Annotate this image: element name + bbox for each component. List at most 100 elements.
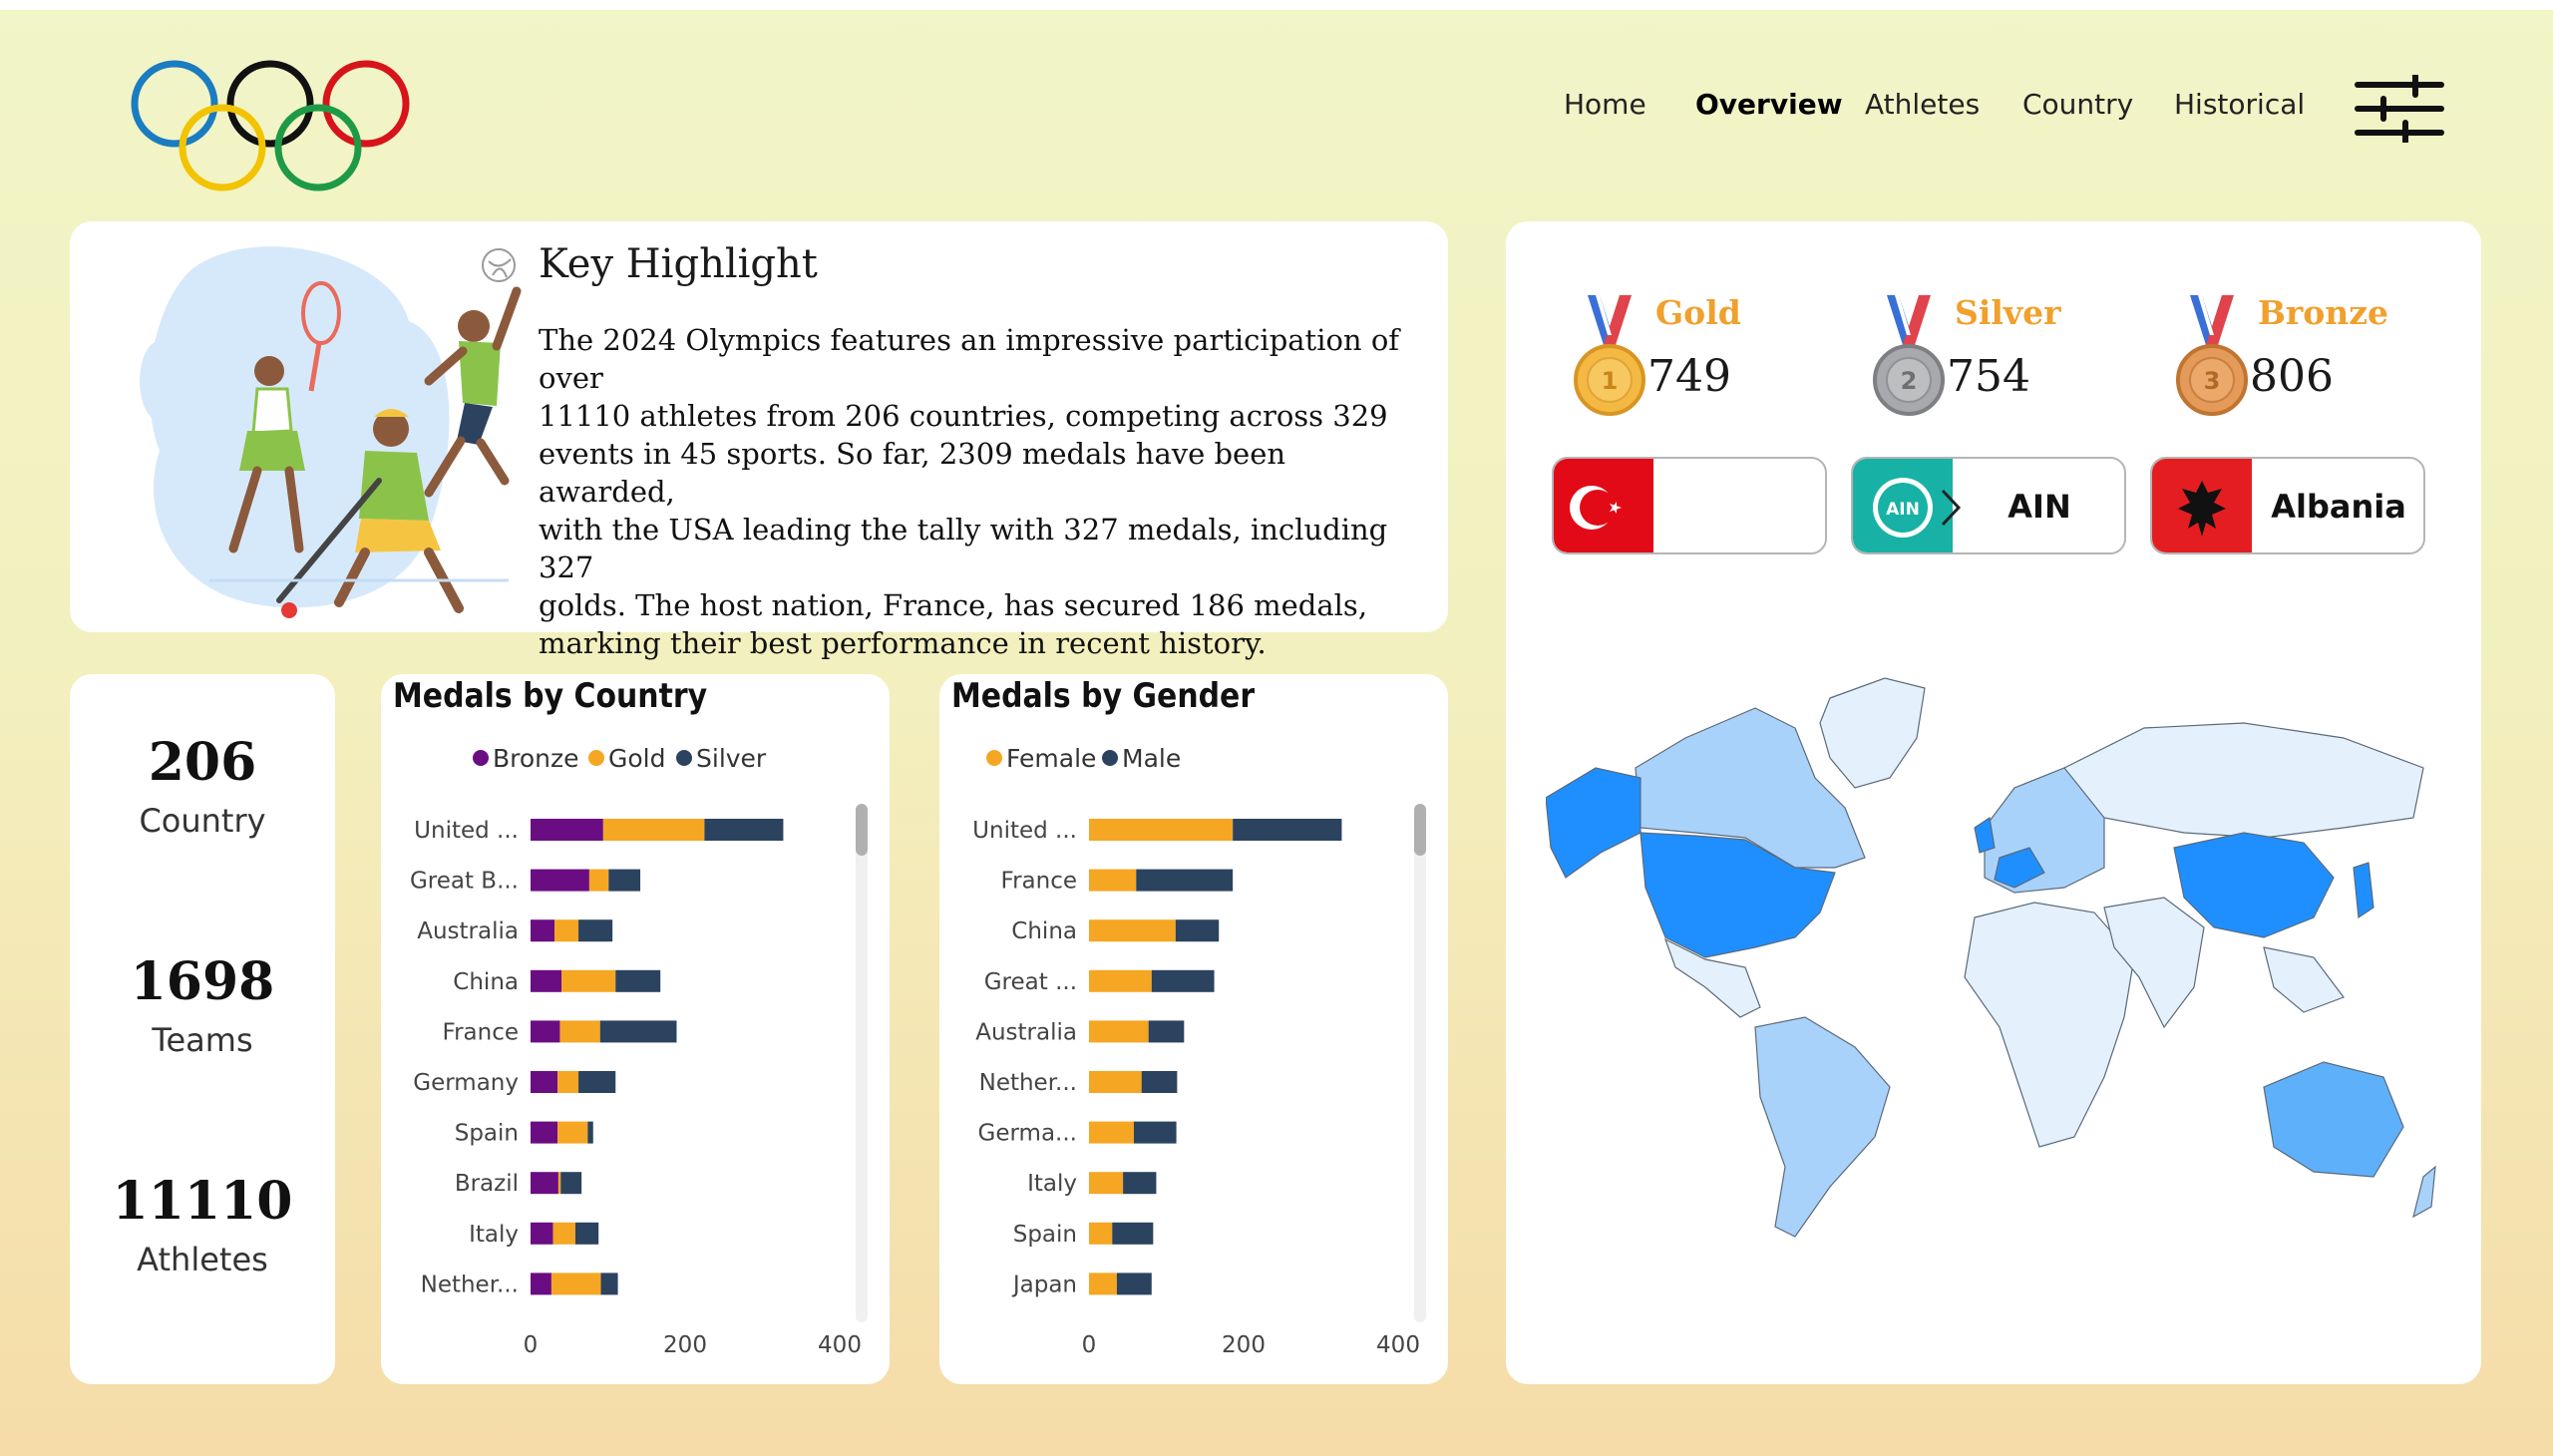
country-card-ain[interactable]: AIN AIN xyxy=(1851,457,2126,554)
bar-segment[interactable] xyxy=(1089,1273,1117,1295)
olympic-rings-logo xyxy=(131,60,410,191)
bar-segment[interactable] xyxy=(559,1020,600,1043)
category-label: Japan xyxy=(1011,1272,1077,1297)
country-card-turkey[interactable] xyxy=(1552,457,1827,554)
bronze-medal-icon: 3 xyxy=(2176,295,2248,416)
alaska-region xyxy=(1546,767,1641,879)
bar-segment[interactable] xyxy=(608,869,641,892)
nav-historical[interactable]: Historical xyxy=(2174,88,2305,121)
bar-segment[interactable] xyxy=(550,1273,601,1295)
category-label: France xyxy=(1001,869,1077,895)
bar-segment[interactable] xyxy=(531,969,561,992)
teams-count-label: Teams xyxy=(152,1021,253,1059)
x-tick-label: 200 xyxy=(1222,1332,1266,1358)
bar-segment[interactable] xyxy=(1089,819,1234,841)
legend-label[interactable]: Bronze xyxy=(493,744,579,773)
category-label: Nether... xyxy=(421,1272,519,1297)
x-tick-label: 0 xyxy=(524,1332,539,1358)
category-label: Italy xyxy=(1027,1171,1077,1197)
country-card-label xyxy=(1653,459,1825,552)
bar-segment[interactable] xyxy=(557,1071,579,1093)
bar-segment[interactable] xyxy=(531,819,603,841)
bar-segment[interactable] xyxy=(1089,1222,1113,1245)
bar-segment[interactable] xyxy=(602,819,705,841)
bar-segment[interactable] xyxy=(615,969,661,992)
bar-segment[interactable] xyxy=(531,1273,551,1295)
bar-segment[interactable] xyxy=(557,1121,588,1144)
svg-text:AIN: AIN xyxy=(1886,500,1920,520)
bar-segment[interactable] xyxy=(1089,1020,1149,1043)
bar-segment[interactable] xyxy=(554,919,579,942)
legend-label[interactable]: Gold xyxy=(608,744,665,773)
legend-label[interactable]: Female xyxy=(1006,744,1096,773)
key-highlight-line: marking their best performance in recent… xyxy=(539,626,1267,660)
albania-flag-icon xyxy=(2152,459,2252,552)
category-label: Great B... xyxy=(410,869,519,895)
bar-segment[interactable] xyxy=(1089,919,1176,942)
bar-segment[interactable] xyxy=(600,1273,618,1295)
bar-segment[interactable] xyxy=(1148,1020,1185,1043)
category-label: Australia xyxy=(975,1019,1077,1045)
new-zealand-region xyxy=(2412,1165,2436,1219)
bar-segment[interactable] xyxy=(557,1172,561,1195)
bar-segment[interactable] xyxy=(531,1172,558,1195)
bar-segment[interactable] xyxy=(561,969,616,992)
medals-by-country-card: Medals by Country Bronze Gold Silver United… xyxy=(381,674,890,1384)
bar-segment[interactable] xyxy=(587,1121,593,1144)
country-card-albania[interactable]: Albania xyxy=(2150,457,2425,554)
nav-country[interactable]: Country xyxy=(2022,88,2133,121)
bar-segment[interactable] xyxy=(1089,1121,1134,1144)
bar-segment[interactable] xyxy=(1175,919,1220,942)
filter-sliders-icon[interactable] xyxy=(2354,75,2445,143)
bar-segment[interactable] xyxy=(531,919,555,942)
bar-segment[interactable] xyxy=(1141,1071,1178,1093)
bar-segment[interactable] xyxy=(531,1071,558,1093)
bar-segment[interactable] xyxy=(552,1222,575,1245)
bar-segment[interactable] xyxy=(1112,1222,1154,1245)
bar-segment[interactable] xyxy=(1136,869,1234,892)
scrollbar-thumb[interactable] xyxy=(1414,804,1426,856)
bar-segment[interactable] xyxy=(574,1222,599,1245)
bar-segment[interactable] xyxy=(531,869,589,892)
bar-segment[interactable] xyxy=(578,919,613,942)
bar-segment[interactable] xyxy=(1123,1172,1157,1195)
world-medal-map xyxy=(1546,677,2436,1238)
bar-segment[interactable] xyxy=(1151,969,1215,992)
bar-segment[interactable] xyxy=(560,1172,582,1195)
bar-segment[interactable] xyxy=(1089,969,1152,992)
svg-text:1: 1 xyxy=(1602,367,1619,395)
bar-segment[interactable] xyxy=(531,1121,558,1144)
bar-segment[interactable] xyxy=(531,1222,553,1245)
bar-segment[interactable] xyxy=(531,1020,560,1043)
bar-segment[interactable] xyxy=(704,819,784,841)
bar-segment[interactable] xyxy=(578,1071,616,1093)
bar-segment[interactable] xyxy=(1133,1121,1177,1144)
china-region xyxy=(2173,832,2335,938)
bar-segment[interactable] xyxy=(1116,1273,1152,1295)
chevron-right-icon[interactable] xyxy=(1931,483,1971,533)
nav-overview[interactable]: Overview xyxy=(1695,88,1843,121)
bar-segment[interactable] xyxy=(1089,869,1137,892)
country-card-label: Albania xyxy=(2271,488,2406,526)
country-count-value: 206 xyxy=(148,732,257,793)
x-tick-label: 0 xyxy=(1082,1332,1097,1358)
key-highlight-line: with the USA leading the tally with 327 … xyxy=(539,513,1388,584)
scrollbar-track[interactable] xyxy=(1414,804,1426,1322)
nav-home[interactable]: Home xyxy=(1564,88,1646,121)
stats-card: 206 Country 1698 Teams 11110 Athletes xyxy=(70,674,335,1384)
bar-segment[interactable] xyxy=(1089,1071,1142,1093)
scrollbar-thumb[interactable] xyxy=(856,804,868,856)
nav-athletes[interactable]: Athletes xyxy=(1865,88,1980,121)
bar-segment[interactable] xyxy=(588,869,609,892)
country-card-label: AIN xyxy=(2007,488,2071,526)
southeast-asia-region xyxy=(2263,946,2345,1013)
legend-label[interactable]: Male xyxy=(1122,744,1181,773)
gold-medal-icon: 1 xyxy=(1574,295,1645,416)
bar-segment[interactable] xyxy=(599,1020,677,1043)
key-highlight-line: events in 45 sports. So far, 2309 medals… xyxy=(539,437,1286,509)
bar-segment[interactable] xyxy=(1089,1172,1124,1195)
category-label: France xyxy=(443,1019,519,1045)
scrollbar-track[interactable] xyxy=(856,804,868,1322)
bar-segment[interactable] xyxy=(1233,819,1342,841)
legend-label[interactable]: Silver xyxy=(696,744,767,773)
